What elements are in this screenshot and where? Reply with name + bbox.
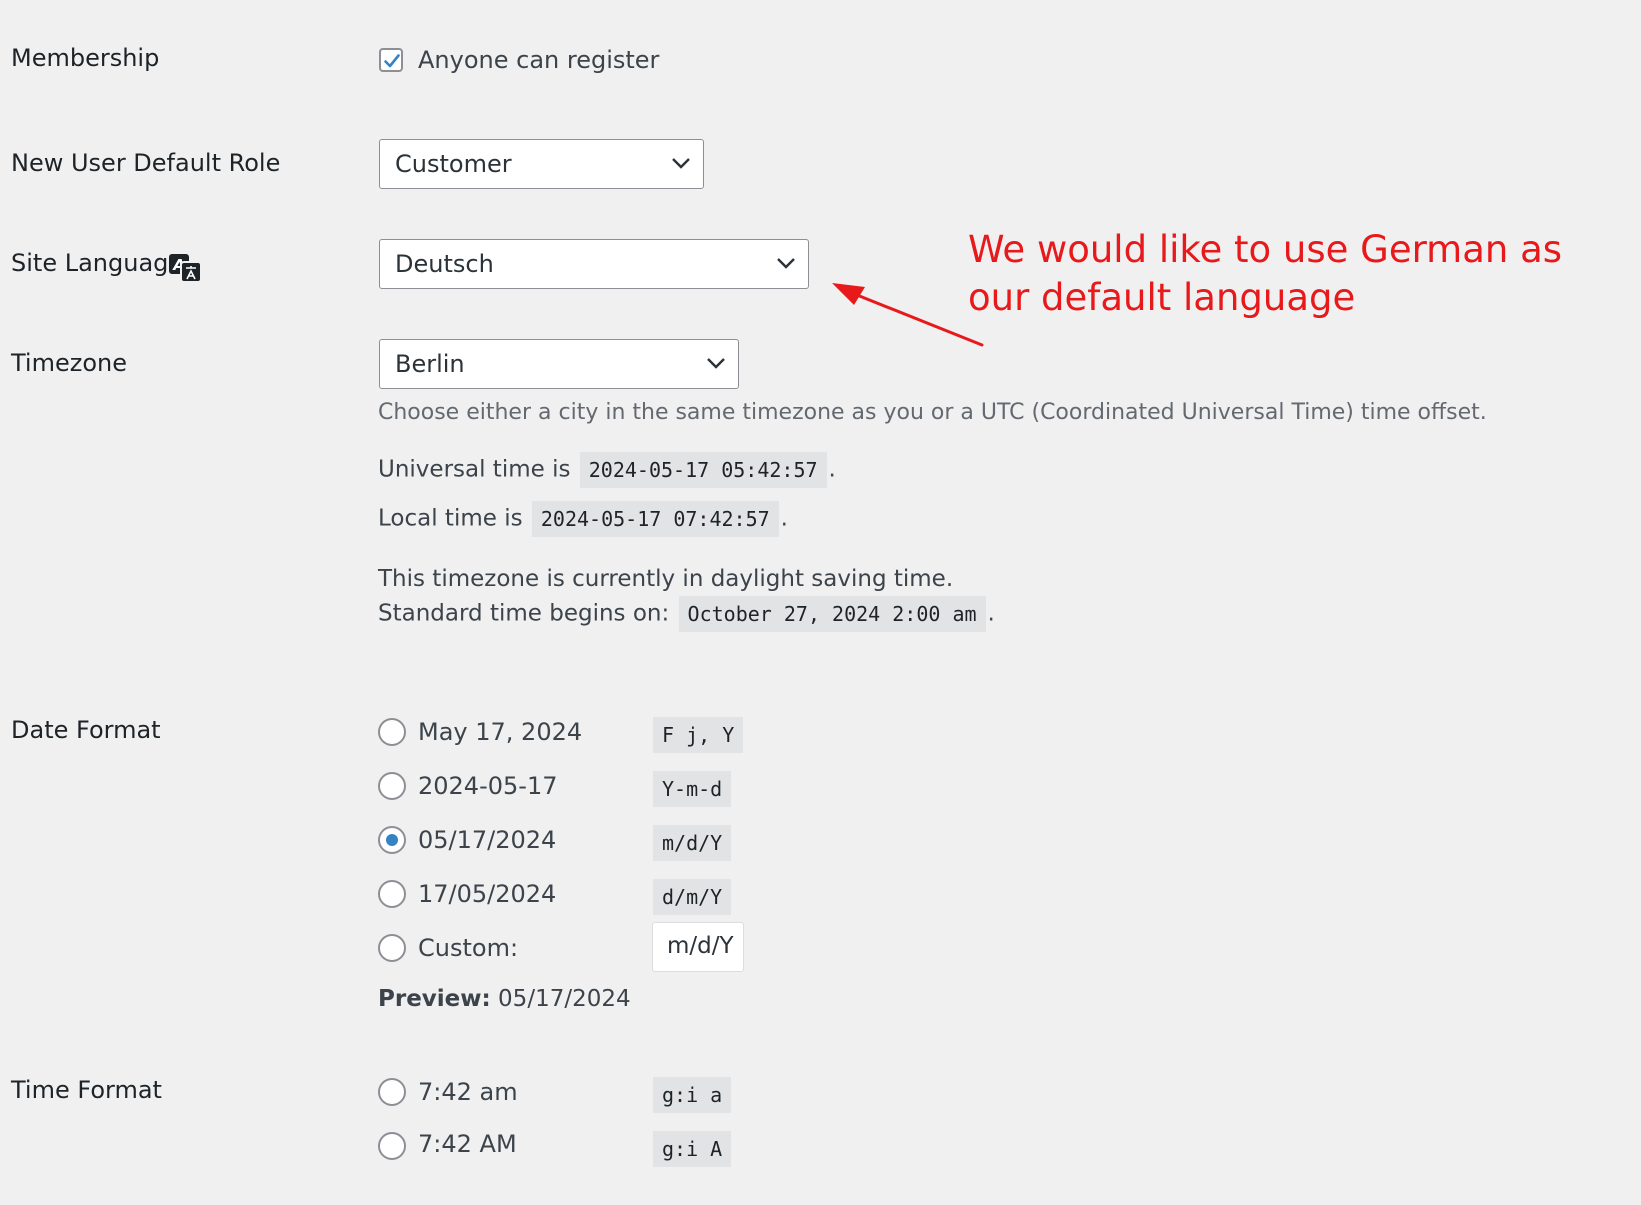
time-format-option-2[interactable]: 7:42 AM <box>418 1130 517 1158</box>
date-format-radio-4[interactable] <box>378 880 406 908</box>
local-time: Local time is 2024-05-17 07:42:57. <box>378 501 788 537</box>
time-format-code-1: g:i a <box>653 1077 732 1113</box>
timezone-value: Berlin <box>395 350 465 378</box>
local-time-prefix: Local time is <box>378 505 523 532</box>
date-format-option-4[interactable]: 17/05/2024 <box>418 880 556 908</box>
translation-icon: A <box>169 254 202 283</box>
anyone-can-register-label[interactable]: Anyone can register <box>418 46 659 74</box>
preview-label: Preview: <box>378 986 491 1012</box>
timezone-select[interactable]: Berlin <box>379 339 739 389</box>
preview-value: 05/17/2024 <box>498 986 631 1012</box>
site-language-label: Site Language <box>11 249 184 277</box>
annotation-arrow <box>832 283 984 347</box>
period: . <box>780 505 788 532</box>
annotation-line-2: our default language <box>968 276 1356 319</box>
default-role-value: Customer <box>395 150 512 178</box>
date-format-option-2[interactable]: 2024-05-17 <box>418 772 557 800</box>
checkmark-icon <box>384 54 400 68</box>
period: . <box>987 600 995 627</box>
date-format-option-3[interactable]: 05/17/2024 <box>418 826 556 854</box>
annotation-line-1: We would like to use German as <box>968 228 1563 271</box>
time-format-radio-1[interactable] <box>378 1078 406 1106</box>
time-format-code-2: g:i A <box>653 1131 732 1167</box>
membership-label: Membership <box>11 44 160 72</box>
chevron-down-icon <box>707 358 725 369</box>
timezone-label: Timezone <box>11 349 127 377</box>
annotation-text: We would like to use German as our defau… <box>968 226 1562 322</box>
date-format-option-1[interactable]: May 17, 2024 <box>418 718 582 746</box>
date-format-custom-label[interactable]: Custom: <box>418 934 518 962</box>
date-format-radio-1[interactable] <box>378 718 406 746</box>
date-format-code-4: d/m/Y <box>653 879 732 915</box>
default-role-label: New User Default Role <box>11 149 281 177</box>
anyone-can-register-checkbox[interactable] <box>379 48 403 72</box>
time-format-radio-2[interactable] <box>378 1132 406 1160</box>
date-preview: Preview: 05/17/2024 <box>378 986 631 1012</box>
default-role-select[interactable]: Customer <box>379 139 704 189</box>
chevron-down-icon <box>672 158 690 169</box>
date-format-radio-3[interactable] <box>378 826 406 854</box>
standard-time: Standard time begins on: October 27, 202… <box>378 596 995 632</box>
timezone-description: Choose either a city in the same timezon… <box>378 400 1487 425</box>
date-format-radio-2[interactable] <box>378 772 406 800</box>
site-language-value: Deutsch <box>395 250 494 278</box>
date-format-label: Date Format <box>11 716 161 744</box>
universal-time-prefix: Universal time is <box>378 456 571 483</box>
time-format-label: Time Format <box>11 1076 162 1104</box>
time-format-option-1[interactable]: 7:42 am <box>418 1078 518 1106</box>
universal-time: Universal time is 2024-05-17 05:42:57. <box>378 452 836 488</box>
standard-time-prefix: Standard time begins on: <box>378 600 670 627</box>
universal-time-value: 2024-05-17 05:42:57 <box>579 452 827 488</box>
site-language-select[interactable]: Deutsch <box>379 239 809 289</box>
date-format-radio-custom[interactable] <box>378 934 406 962</box>
period: . <box>828 456 836 483</box>
date-format-code-3: m/d/Y <box>653 825 732 861</box>
date-format-code-1: F j, Y <box>653 717 744 753</box>
local-time-value: 2024-05-17 07:42:57 <box>531 501 779 537</box>
chevron-down-icon <box>777 258 795 269</box>
standard-time-value: October 27, 2024 2:00 am <box>678 596 986 632</box>
custom-date-format-input[interactable]: m/d/Y <box>652 922 744 972</box>
date-format-code-2: Y-m-d <box>653 771 732 807</box>
dst-line: This timezone is currently in daylight s… <box>378 566 954 592</box>
